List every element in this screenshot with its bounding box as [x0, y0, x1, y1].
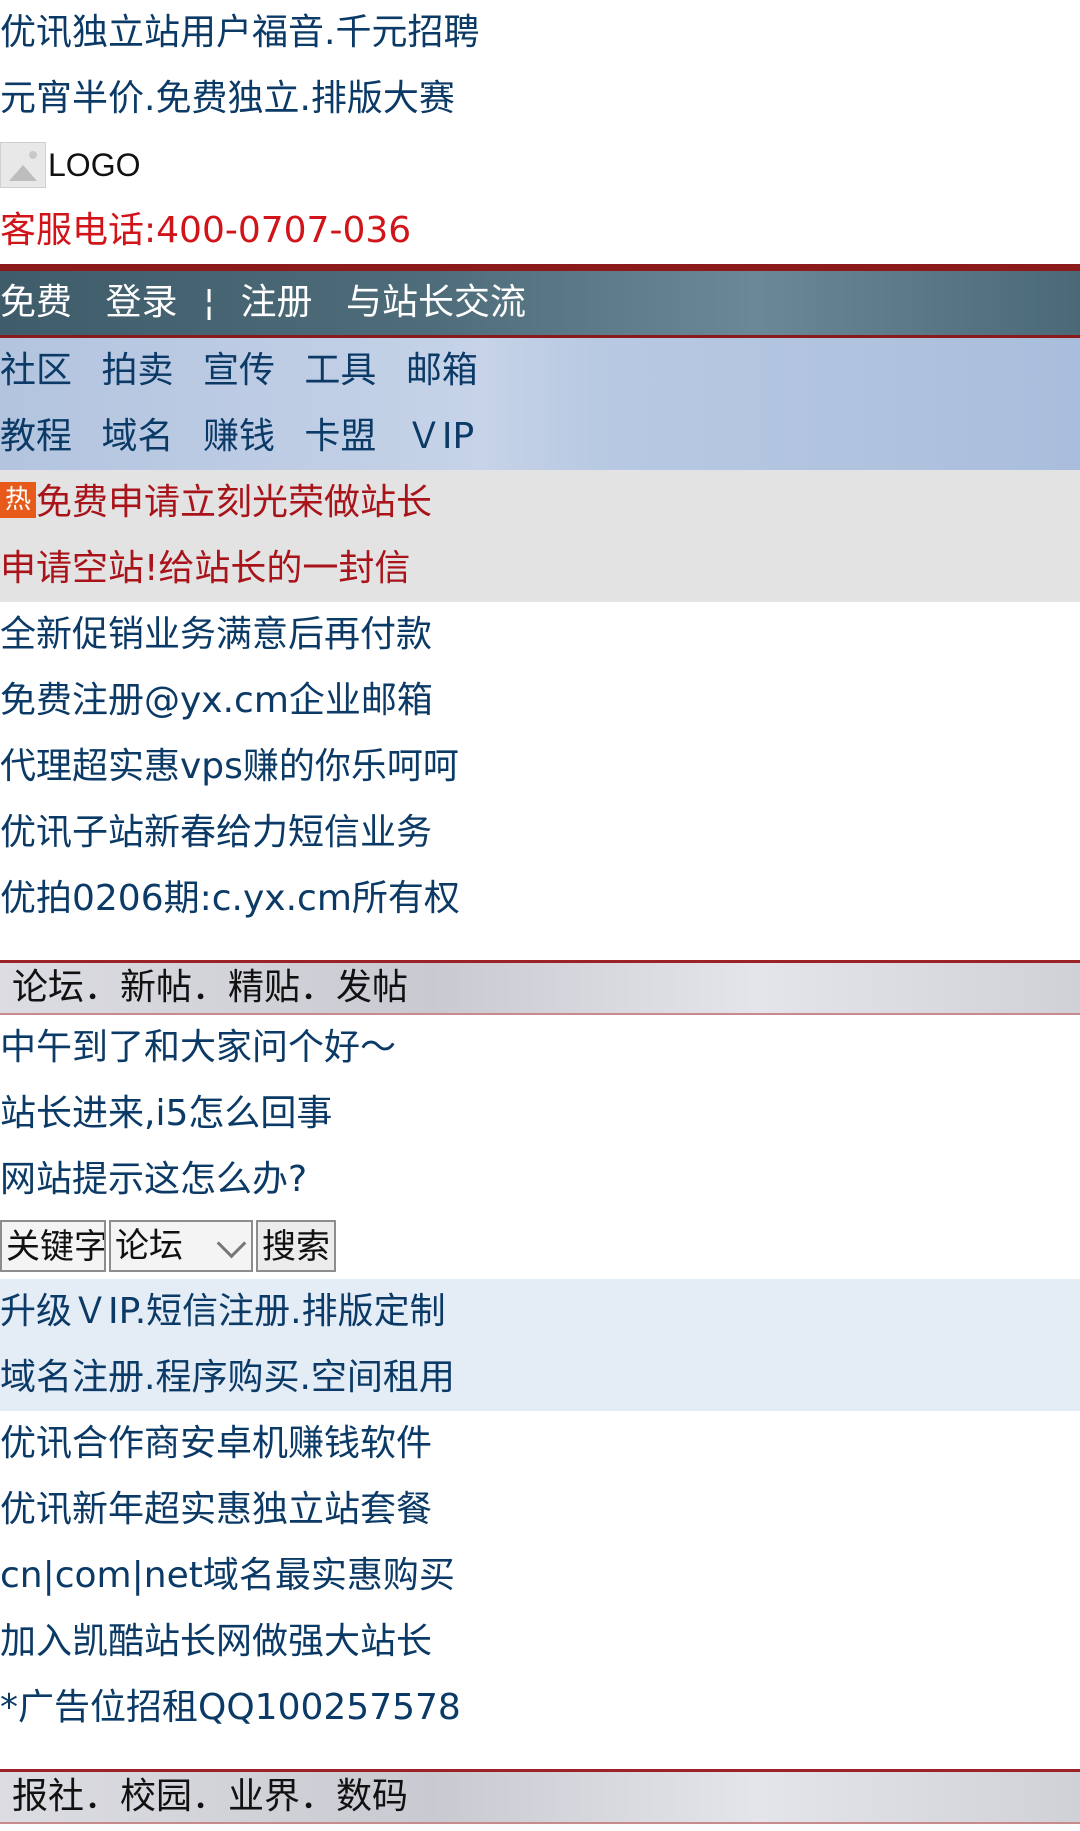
list-item[interactable]: 免费注册@yx.cm企业邮箱: [0, 680, 433, 721]
main-nav: 社区 拍卖 宣传 工具 邮箱 教程 域名 赚钱 卡盟 ＶIP: [0, 338, 1080, 470]
search-scope-select[interactable]: 论坛: [109, 1220, 253, 1272]
free-link[interactable]: 免费: [0, 282, 72, 323]
hot-icon: 热: [0, 482, 36, 518]
nav-mail[interactable]: 邮箱: [406, 350, 478, 391]
services-box: 升级ＶIP.短信注册.排版定制 域名注册.程序购买.空间租用: [0, 1279, 1080, 1411]
link-list-2: 优讯合作商安卓机赚钱软件 优讯新年超实惠独立站套餐 cn|com|net域名最实…: [0, 1411, 1080, 1741]
nav-earn[interactable]: 赚钱: [203, 416, 275, 457]
account-bar: 免费 登录 ¦ 注册 与站长交流: [0, 264, 1080, 338]
forum-post[interactable]: 网站提示这怎么办?: [0, 1159, 307, 1200]
nav-domain[interactable]: 域名: [101, 416, 173, 457]
promo-link-2[interactable]: 元宵半价.免费独立.排版大赛: [0, 78, 455, 119]
forum-post[interactable]: 中午到了和大家问个好～: [0, 1027, 396, 1068]
bottom-section-header[interactable]: 报社．校园．业界．数码: [0, 1769, 1080, 1824]
promo-top: 优讯独立站用户福音.千元招聘 元宵半价.免费独立.排版大赛: [0, 0, 1080, 132]
list-item[interactable]: 加入凯酷站长网做强大站长: [0, 1621, 432, 1662]
nav-tools[interactable]: 工具: [304, 350, 376, 391]
forum-section-header[interactable]: 论坛．新帖．精贴．发帖: [0, 960, 1080, 1015]
forum-post[interactable]: 站长进来,i5怎么回事: [0, 1093, 332, 1134]
hot-promo-link-1[interactable]: 免费申请立刻光荣做站长: [36, 482, 432, 523]
list-item[interactable]: 优讯子站新春给力短信业务: [0, 812, 432, 853]
search-form: 关键字 论坛 搜索: [0, 1213, 1080, 1279]
search-button[interactable]: 搜索: [256, 1220, 336, 1272]
nav-vip[interactable]: ＶIP: [406, 416, 474, 457]
list-item[interactable]: 优拍0206期:c.yx.cm所有权: [0, 878, 460, 919]
hot-promo-box: 热免费申请立刻光荣做站长 申请空站!给站长的一封信: [0, 470, 1080, 602]
separator: ¦: [202, 282, 216, 323]
nav-card[interactable]: 卡盟: [304, 416, 376, 457]
forum-posts: 中午到了和大家问个好～ 站长进来,i5怎么回事 网站提示这怎么办?: [0, 1015, 1080, 1213]
list-item[interactable]: 优讯合作商安卓机赚钱软件: [0, 1423, 432, 1464]
chat-link[interactable]: 与站长交流: [346, 282, 526, 323]
list-item[interactable]: *广告位招租QQ100257578: [0, 1687, 461, 1728]
list-item[interactable]: cn|com|net域名最实惠购买: [0, 1555, 455, 1596]
nav-promotion[interactable]: 宣传: [203, 350, 275, 391]
link-list-1: 全新促销业务满意后再付款 免费注册@yx.cm企业邮箱 代理超实惠vps赚的你乐…: [0, 602, 1080, 932]
promo-link-1[interactable]: 优讯独立站用户福音.千元招聘: [0, 12, 479, 53]
search-input[interactable]: 关键字: [0, 1220, 106, 1272]
list-item[interactable]: 全新促销业务满意后再付款: [0, 614, 432, 655]
chevron-down-icon: [217, 1231, 247, 1261]
login-link[interactable]: 登录: [105, 282, 177, 323]
list-item[interactable]: 优讯新年超实惠独立站套餐: [0, 1489, 432, 1530]
hot-promo-link-2[interactable]: 申请空站!给站长的一封信: [0, 548, 410, 589]
service-link-1[interactable]: 升级ＶIP.短信注册.排版定制: [0, 1291, 446, 1332]
register-link[interactable]: 注册: [241, 282, 313, 323]
list-item[interactable]: 代理超实惠vps赚的你乐呵呵: [0, 746, 459, 787]
logo-alt-text: LOGO: [48, 146, 141, 183]
broken-image-icon: [0, 142, 46, 188]
nav-tutorial[interactable]: 教程: [0, 416, 72, 457]
nav-auction[interactable]: 拍卖: [101, 350, 173, 391]
service-link-2[interactable]: 域名注册.程序购买.空间租用: [0, 1357, 455, 1398]
logo[interactable]: LOGO: [0, 132, 1080, 198]
service-phone[interactable]: 客服电话:400-0707-036: [0, 198, 1080, 264]
select-value: 论坛: [115, 1226, 183, 1266]
nav-community[interactable]: 社区: [0, 350, 72, 391]
